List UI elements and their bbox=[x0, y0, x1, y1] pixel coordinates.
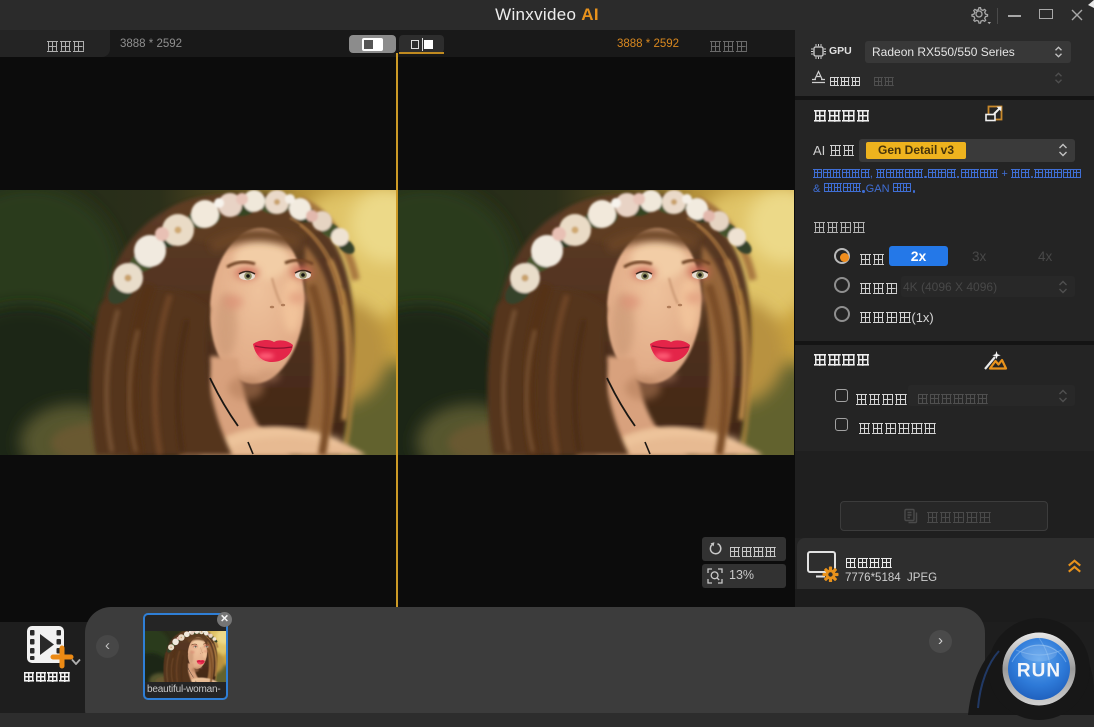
svg-text:RUN: RUN bbox=[1017, 661, 1061, 682]
